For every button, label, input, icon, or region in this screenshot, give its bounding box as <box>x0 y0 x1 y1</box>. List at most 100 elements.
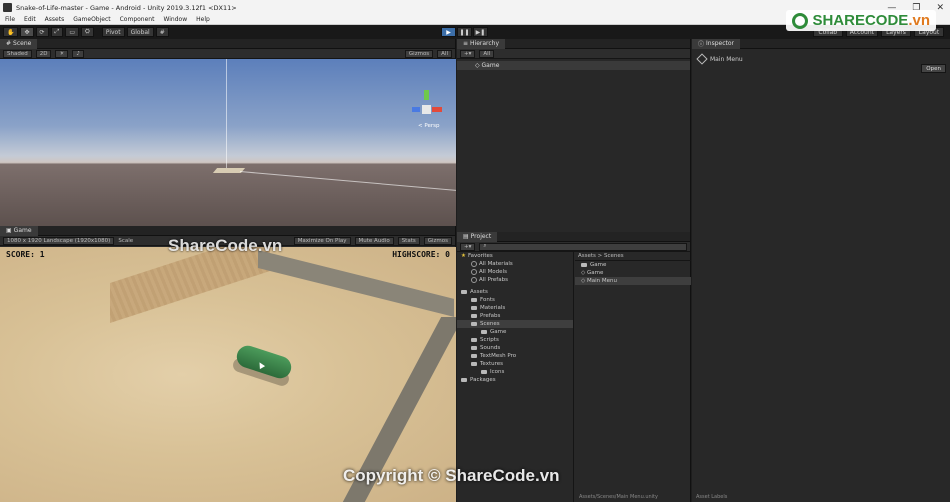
rotate-tool-button[interactable]: ⟳ <box>35 27 49 37</box>
tab-inspector[interactable]: ⓘ Inspector <box>692 38 741 49</box>
step-button[interactable]: ▶❚ <box>473 27 488 37</box>
file-label: Game <box>590 262 607 268</box>
menu-help[interactable]: Help <box>196 16 210 23</box>
hand-tool-button[interactable]: ✋ <box>3 27 19 37</box>
menu-component[interactable]: Component <box>120 16 155 23</box>
audio-toggle[interactable]: ♪ <box>72 49 84 58</box>
project-panel: ▤ Project +▾ ⌕ ★ Favorites All Materials… <box>457 231 691 502</box>
hierarchy-toolbar: +▾ All <box>457 49 690 59</box>
packages-label: Packages <box>470 377 496 383</box>
play-button[interactable]: ▶ <box>441 27 456 37</box>
favorite-item[interactable]: All Prefabs <box>457 276 573 284</box>
folder-item[interactable]: Prefabs <box>457 312 573 320</box>
create-button[interactable]: +▾ <box>460 49 476 58</box>
scene-hash-icon: # <box>6 40 12 47</box>
search-icon <box>471 277 477 283</box>
tab-hierarchy[interactable]: ≡ Hierarchy <box>457 38 506 49</box>
favorite-label: All Materials <box>479 261 513 267</box>
folder-icon <box>481 330 487 334</box>
scale-label: Scale <box>118 237 134 244</box>
folder-item[interactable]: Scripts <box>457 336 573 344</box>
grid-snap-button[interactable]: # <box>155 27 169 37</box>
packages-header[interactable]: Packages <box>457 376 573 384</box>
inspector-header: Main Menu <box>692 52 950 66</box>
2d-toggle[interactable]: 2D <box>35 49 52 58</box>
game-controller-icon: ▣ <box>6 227 12 234</box>
tab-inspector-label: Inspector <box>706 40 735 47</box>
lighting-toggle[interactable]: ☀ <box>55 49 69 58</box>
gizmos-dropdown[interactable]: Gizmos <box>404 49 434 58</box>
hierarchy-tab-row: ≡ Hierarchy <box>457 38 690 49</box>
open-button[interactable]: Open <box>921 64 946 73</box>
close-button[interactable]: ✕ <box>936 3 944 13</box>
menu-gameobject[interactable]: GameObject <box>73 16 110 23</box>
rect-tool-button[interactable]: ▭ <box>65 27 80 37</box>
game-gizmos-dropdown[interactable]: Gizmos <box>423 236 452 245</box>
scene-search[interactable]: All <box>437 49 452 58</box>
gizmo-center <box>422 105 431 114</box>
tab-scene-label: Scene <box>13 40 32 47</box>
inspector-tab-row: ⓘ Inspector <box>692 38 950 49</box>
pivot-toggle[interactable]: Pivot <box>101 27 125 37</box>
orientation-gizmo[interactable]: < Persp <box>410 87 444 131</box>
highscore-label: HIGHSCORE: 0 <box>392 250 450 259</box>
assets-header[interactable]: Assets <box>457 288 573 296</box>
folder-item-selected[interactable]: Scenes <box>457 320 573 328</box>
folder-label: Sounds <box>480 345 501 351</box>
inspector-panel: ⓘ Inspector Main Menu Open Asset Labels <box>692 38 950 502</box>
project-search[interactable]: ⌕ <box>479 242 687 251</box>
folder-label: Scripts <box>480 337 499 343</box>
favorite-label: All Prefabs <box>479 277 508 283</box>
score-label: SCORE: 1 <box>6 250 45 259</box>
folder-item[interactable]: Materials <box>457 304 573 312</box>
global-toggle[interactable]: Global <box>126 27 154 37</box>
folder-label: Fonts <box>480 297 495 303</box>
maximize-on-play-toggle[interactable]: Maximize On Play <box>293 236 351 245</box>
tab-scene[interactable]: # Scene <box>0 38 38 49</box>
project-create-button[interactable]: +▾ <box>460 242 476 251</box>
folder-item[interactable]: Fonts <box>457 296 573 304</box>
file-item[interactable]: Game <box>575 261 691 269</box>
transform-tool-button[interactable]: ⛭ <box>81 27 94 37</box>
hierarchy-root-scene[interactable]: ◇ Game <box>457 61 690 70</box>
scene-viewport[interactable]: < Persp <box>0 59 456 226</box>
file-item[interactable]: ◇ Game <box>575 269 691 277</box>
stats-toggle[interactable]: Stats <box>397 236 420 245</box>
favorite-item[interactable]: All Materials <box>457 260 573 268</box>
breadcrumb[interactable]: Assets > Scenes <box>575 252 691 261</box>
scale-tool-button[interactable]: ⤢ <box>50 27 64 37</box>
project-folder-icon: ▤ <box>463 233 469 240</box>
sharecode-logo-text: SHARECODE.vn <box>812 12 930 29</box>
game-viewport[interactable]: SCORE: 1 HIGHSCORE: 0 <box>0 247 456 502</box>
tab-game[interactable]: ▣ Game <box>0 225 38 236</box>
folder-item[interactable]: Sounds <box>457 344 573 352</box>
folder-item[interactable]: Icons <box>457 368 573 376</box>
folder-icon <box>471 354 477 358</box>
folder-item[interactable]: TextMesh Pro <box>457 352 573 360</box>
move-tool-button[interactable]: ✥ <box>20 27 34 37</box>
favorite-item[interactable]: All Models <box>457 268 573 276</box>
pause-button[interactable]: ❚❚ <box>457 27 472 37</box>
shading-mode-dropdown[interactable]: Shaded <box>3 49 32 58</box>
menu-edit[interactable]: Edit <box>24 16 36 23</box>
file-label: Game <box>586 270 604 276</box>
file-item-selected[interactable]: ◇ Main Menu <box>575 277 691 285</box>
folder-label: TextMesh Pro <box>480 353 517 359</box>
folder-item[interactable]: Textures <box>457 360 573 368</box>
sharecode-logo: SHARECODE.vn <box>786 10 936 31</box>
menu-window[interactable]: Window <box>163 16 187 23</box>
resolution-dropdown[interactable]: 1080 x 1920 Landscape (1920x1080) <box>3 236 115 245</box>
watermark-center: ShareCode.vn <box>168 236 283 255</box>
inspector-object-name: Main Menu <box>710 55 743 63</box>
menu-assets[interactable]: Assets <box>45 16 65 23</box>
folder-item[interactable]: Game <box>457 328 573 336</box>
folder-label: Textures <box>480 361 503 367</box>
folder-icon <box>471 346 477 350</box>
menu-file[interactable]: File <box>5 16 15 23</box>
favorites-label: Favorites <box>467 253 493 259</box>
mute-audio-toggle[interactable]: Mute Audio <box>354 236 394 245</box>
favorites-header[interactable]: ★ Favorites <box>457 252 573 260</box>
tab-game-label: Game <box>13 227 32 234</box>
tab-project[interactable]: ▤ Project <box>457 231 498 242</box>
hierarchy-search[interactable]: All <box>479 49 495 58</box>
